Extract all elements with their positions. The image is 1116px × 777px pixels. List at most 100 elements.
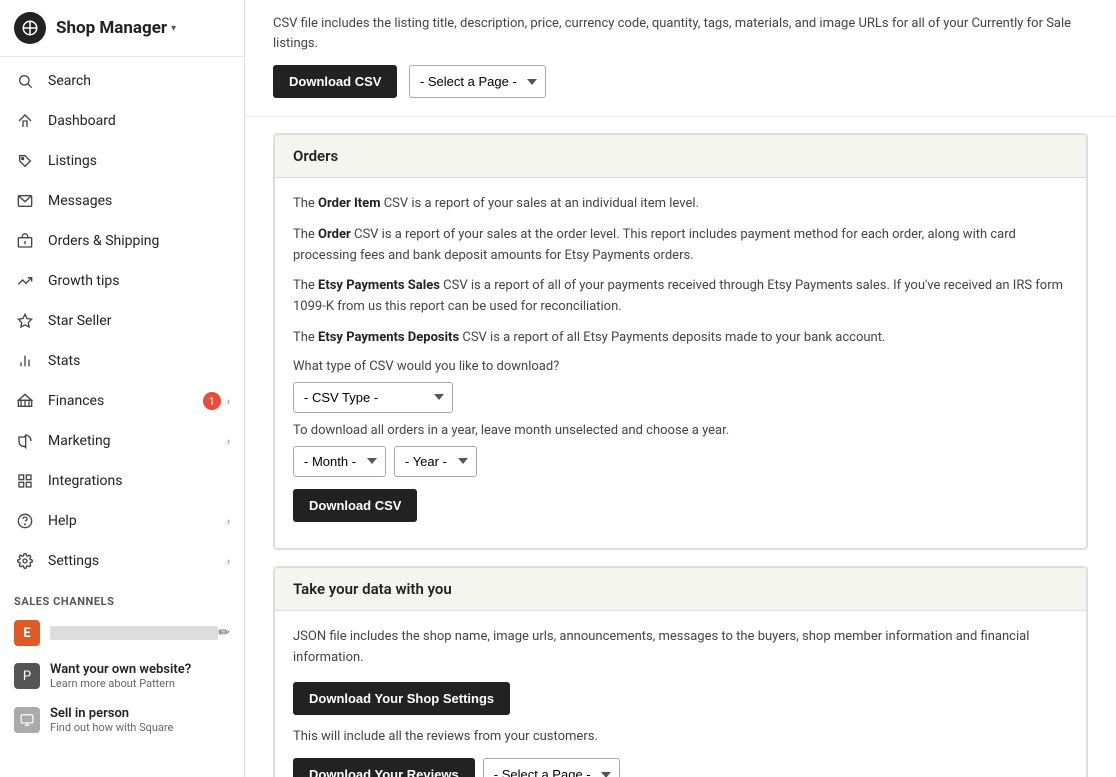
home-icon — [14, 110, 36, 132]
sales-channels-label: SALES CHANNELS — [0, 585, 244, 612]
month-year-row: - Month - - Year - — [293, 446, 1068, 477]
etsy-letter: E — [23, 626, 30, 641]
orders-section: Orders The Order Item CSV is a report of… — [273, 133, 1088, 550]
download-shop-settings-button[interactable]: Download Your Shop Settings — [293, 682, 510, 715]
sidebar: Shop Manager ▾ Search Dashboard Listings — [0, 0, 245, 777]
pattern-title: Want your own website? — [50, 662, 191, 677]
sidebar-label-messages: Messages — [48, 193, 230, 209]
sell-title: Sell in person — [50, 706, 173, 721]
sidebar-item-stats[interactable]: Stats — [0, 341, 244, 381]
csv-top-description: CSV file includes the listing title, des… — [273, 14, 1088, 53]
settings-arrow: › — [227, 555, 230, 568]
csv-type-label: What type of CSV would you like to downl… — [293, 359, 1068, 374]
sidebar-label-marketing: Marketing — [48, 433, 227, 449]
grid-icon — [14, 470, 36, 492]
box-icon — [14, 230, 36, 252]
order-rest: CSV is a report of your sales at the ord… — [293, 227, 1016, 263]
csv-type-row: What type of CSV would you like to downl… — [293, 359, 1068, 413]
sidebar-item-settings[interactable]: Settings › — [0, 541, 244, 581]
take-data-section: Take your data with you JSON file includ… — [273, 566, 1088, 777]
sidebar-label-star-seller: Star Seller — [48, 313, 230, 329]
sidebar-item-orders[interactable]: Orders & Shipping — [0, 221, 244, 261]
help-arrow: › — [227, 515, 230, 528]
etsy-channel-icon: E — [14, 620, 40, 646]
sidebar-label-orders: Orders & Shipping — [48, 233, 230, 249]
shop-manager-icon — [14, 12, 46, 44]
order-item-bold: Order Item — [318, 196, 380, 211]
sidebar-item-star-seller[interactable]: Star Seller — [0, 301, 244, 341]
etsy-shop-name — [50, 626, 218, 640]
csv-top-section: CSV file includes the listing title, des… — [245, 0, 1116, 117]
order-bold: Order — [318, 227, 351, 242]
etsy-payments-deposits-bold: Etsy Payments Deposits — [318, 330, 459, 345]
etsy-payments-sales-text: The Etsy Payments Sales CSV is a report … — [293, 276, 1068, 318]
pattern-subtitle: Learn more about Pattern — [50, 677, 191, 690]
gear-icon — [14, 550, 36, 572]
bar-chart-icon — [14, 350, 36, 372]
select-page-top-dropdown[interactable]: - Select a Page - — [409, 65, 546, 98]
search-icon — [14, 70, 36, 92]
bank-icon — [14, 390, 36, 412]
sidebar-label-stats: Stats — [48, 353, 230, 369]
take-data-body: JSON file includes the shop name, image … — [274, 611, 1087, 777]
sell-in-person-item[interactable]: Sell in person Find out how with Square — [0, 698, 244, 742]
sidebar-item-growth[interactable]: Growth tips — [0, 261, 244, 301]
shop-icon-svg — [21, 19, 39, 37]
megaphone-icon — [14, 430, 36, 452]
order-text: The Order CSV is a report of your sales … — [293, 225, 1068, 267]
take-data-description: JSON file includes the shop name, image … — [293, 627, 1068, 669]
orders-section-header: Orders — [274, 134, 1087, 178]
shop-manager-chevron: ▾ — [171, 23, 176, 34]
sidebar-item-search[interactable]: Search — [0, 61, 244, 101]
finances-arrow: › — [227, 395, 230, 408]
pattern-text: Want your own website? Learn more about … — [50, 662, 191, 690]
csv-top-actions: Download CSV - Select a Page - — [273, 65, 1088, 98]
sidebar-item-dashboard[interactable]: Dashboard — [0, 101, 244, 141]
sidebar-item-messages[interactable]: Messages — [0, 181, 244, 221]
select-page-reviews-dropdown[interactable]: - Select a Page - — [483, 758, 620, 777]
order-item-rest: CSV is a report of your sales at an indi… — [384, 196, 699, 211]
year-hint-row: To download all orders in a year, leave … — [293, 423, 1068, 522]
sidebar-item-marketing[interactable]: Marketing › — [0, 421, 244, 461]
year-select[interactable]: - Year - — [394, 446, 477, 477]
etsy-payments-sales-bold: Etsy Payments Sales — [318, 278, 440, 293]
download-csv-orders-button[interactable]: Download CSV — [293, 489, 417, 522]
sell-subtitle: Find out how with Square — [50, 721, 173, 734]
pattern-item[interactable]: P Want your own website? Learn more abou… — [0, 654, 244, 698]
sidebar-label-dashboard: Dashboard — [48, 113, 230, 129]
download-reviews-button[interactable]: Download Your Reviews — [293, 758, 475, 777]
chart-up-icon — [14, 270, 36, 292]
mail-icon — [14, 190, 36, 212]
sell-in-person-text: Sell in person Find out how with Square — [50, 706, 173, 734]
sidebar-item-listings[interactable]: Listings — [0, 141, 244, 181]
download-csv-top-button[interactable]: Download CSV — [273, 65, 397, 98]
orders-section-body: The Order Item CSV is a report of your s… — [274, 178, 1087, 549]
csv-type-select[interactable]: - CSV Type - — [293, 382, 453, 413]
shop-manager-title: Shop Manager — [56, 18, 167, 38]
etsy-payments-deposits-text: The Etsy Payments Deposits CSV is a repo… — [293, 328, 1068, 349]
take-data-header: Take your data with you — [274, 567, 1087, 611]
tag-icon — [14, 150, 36, 172]
etsy-payments-deposits-rest: CSV is a report of all Etsy Payments dep… — [462, 330, 885, 345]
main-content: CSV file includes the listing title, des… — [245, 0, 1116, 777]
shop-manager-header[interactable]: Shop Manager ▾ — [0, 0, 244, 57]
sidebar-label-search: Search — [48, 73, 230, 89]
reviews-row: Download Your Reviews - Select a Page - — [293, 758, 1068, 777]
edit-shop-icon[interactable]: ✏ — [218, 625, 230, 641]
order-item-text: The Order Item CSV is a report of your s… — [293, 194, 1068, 215]
sidebar-item-help[interactable]: Help › — [0, 501, 244, 541]
sidebar-item-integrations[interactable]: Integrations — [0, 461, 244, 501]
sidebar-item-finances[interactable]: Finances 1 › — [0, 381, 244, 421]
sidebar-label-help: Help — [48, 513, 227, 529]
sidebar-label-settings: Settings — [48, 553, 227, 569]
pattern-letter: P — [23, 669, 31, 684]
reviews-description: This will include all the reviews from y… — [293, 727, 1068, 748]
sidebar-label-finances: Finances — [48, 393, 203, 409]
month-select[interactable]: - Month - — [293, 446, 386, 477]
sales-channel-etsy: E ✏ — [0, 612, 244, 654]
star-icon — [14, 310, 36, 332]
sidebar-label-integrations: Integrations — [48, 473, 230, 489]
sidebar-label-listings: Listings — [48, 153, 230, 169]
finances-badge: 1 — [203, 392, 221, 410]
help-circle-icon — [14, 510, 36, 532]
